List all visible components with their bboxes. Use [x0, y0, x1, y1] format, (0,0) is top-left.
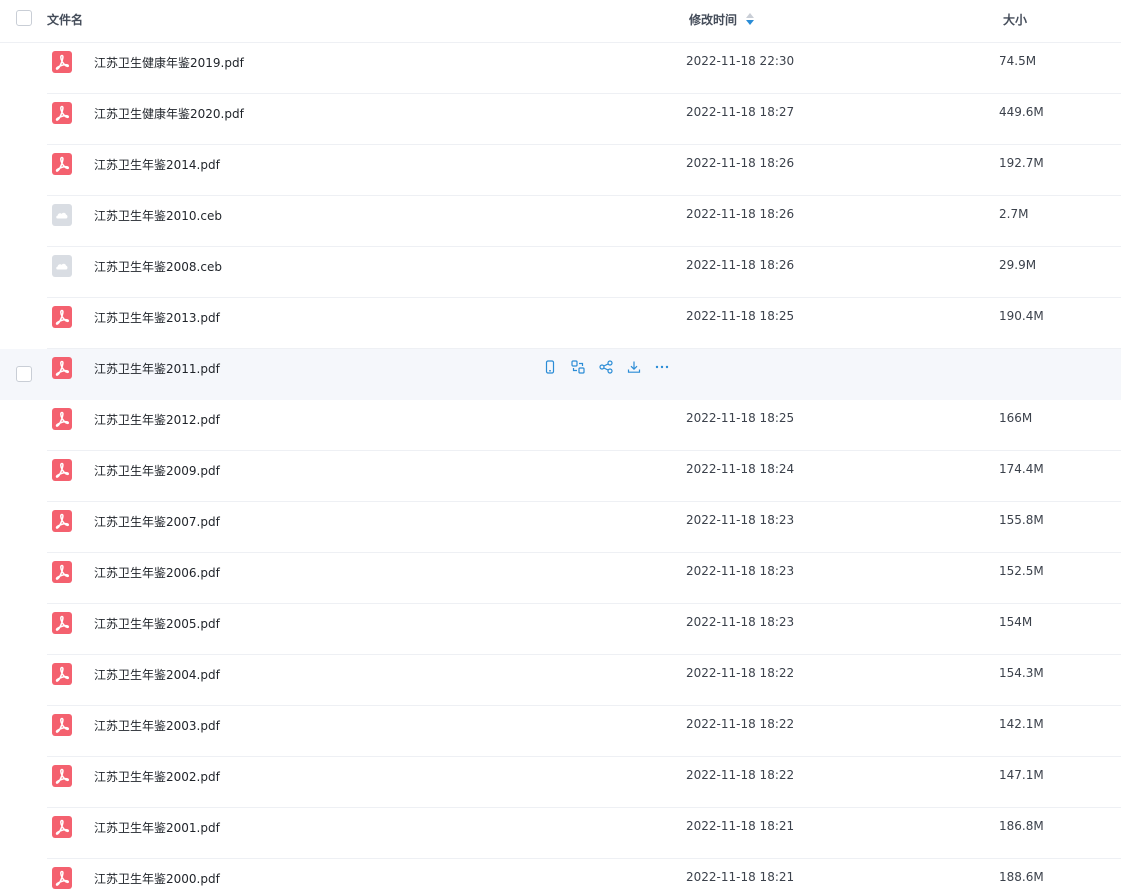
pdf-file-icon [52, 153, 72, 175]
modified-time: 2022-11-18 18:23 [686, 564, 795, 578]
file-size: 192.7M [999, 156, 1044, 170]
file-size: 188.6M [999, 870, 1044, 884]
list-header: 文件名 修改时间 大小 [0, 0, 1121, 43]
column-header-time[interactable]: 修改时间 [689, 11, 737, 28]
file-name[interactable]: 江苏卫生年鉴2013.pdf [94, 309, 220, 326]
file-size: 2.7M [999, 207, 1029, 221]
share-icon[interactable] [598, 359, 614, 375]
download-icon[interactable] [626, 359, 642, 375]
file-row[interactable]: 江苏卫生年鉴2007.pdf 2022-11-18 18:23 155.8M [0, 502, 1121, 553]
file-row[interactable]: 江苏卫生年鉴2006.pdf 2022-11-18 18:23 152.5M [0, 553, 1121, 604]
file-row[interactable]: 江苏卫生年鉴2000.pdf 2022-11-18 18:21 188.6M [0, 859, 1121, 893]
file-name[interactable]: 江苏卫生年鉴2001.pdf [94, 819, 220, 836]
pdf-file-icon [52, 561, 72, 583]
pdf-file-icon [52, 306, 72, 328]
pdf-file-icon [52, 612, 72, 634]
file-size: 152.5M [999, 564, 1044, 578]
file-size: 190.4M [999, 309, 1044, 323]
file-name[interactable]: 江苏卫生年鉴2008.ceb [94, 258, 222, 275]
file-name[interactable]: 江苏卫生年鉴2014.pdf [94, 156, 220, 173]
column-header-name[interactable]: 文件名 [47, 11, 83, 28]
file-size: 449.6M [999, 105, 1044, 119]
row-checkbox[interactable] [16, 366, 32, 382]
file-row[interactable]: 江苏卫生年鉴2014.pdf 2022-11-18 18:26 192.7M [0, 145, 1121, 196]
file-row[interactable]: 江苏卫生年鉴2003.pdf 2022-11-18 18:22 142.1M [0, 706, 1121, 757]
file-size: 74.5M [999, 54, 1037, 68]
file-row[interactable]: 江苏卫生年鉴2013.pdf 2022-11-18 18:25 190.4M [0, 298, 1121, 349]
modified-time: 2022-11-18 18:26 [686, 207, 795, 221]
modified-time: 2022-11-18 18:27 [686, 105, 795, 119]
file-name[interactable]: 江苏卫生年鉴2006.pdf [94, 564, 220, 581]
modified-time: 2022-11-18 18:23 [686, 615, 795, 629]
cloud-file-icon [52, 255, 72, 277]
file-name[interactable]: 江苏卫生年鉴2007.pdf [94, 513, 220, 530]
file-name[interactable]: 江苏卫生年鉴2002.pdf [94, 768, 220, 785]
modified-time: 2022-11-18 18:22 [686, 768, 795, 782]
file-name[interactable]: 江苏卫生年鉴2003.pdf [94, 717, 220, 734]
modified-time: 2022-11-18 18:25 [686, 309, 795, 323]
file-list: 文件名 修改时间 大小 江苏卫生健康年鉴2019.pdf 2022-11-18 2… [0, 0, 1121, 893]
file-row[interactable]: 江苏卫生年鉴2010.ceb 2022-11-18 18:26 2.7M [0, 196, 1121, 247]
modified-time: 2022-11-18 18:22 [686, 717, 795, 731]
pdf-file-icon [52, 714, 72, 736]
file-row[interactable]: 江苏卫生年鉴2002.pdf 2022-11-18 18:22 147.1M [0, 757, 1121, 808]
file-size: 166M [999, 411, 1033, 425]
sort-icon[interactable] [746, 13, 754, 25]
file-row[interactable]: 江苏卫生年鉴2012.pdf 2022-11-18 18:25 166M [0, 400, 1121, 451]
select-all-checkbox[interactable] [16, 10, 32, 26]
column-header-size[interactable]: 大小 [1003, 11, 1027, 28]
pdf-file-icon [52, 663, 72, 685]
file-size: 186.8M [999, 819, 1044, 833]
pdf-file-icon [52, 357, 72, 379]
phone-icon[interactable] [542, 359, 558, 375]
file-name[interactable]: 江苏卫生年鉴2010.ceb [94, 207, 222, 224]
pdf-file-icon [52, 102, 72, 124]
file-row[interactable]: 江苏卫生健康年鉴2019.pdf 2022-11-18 22:30 74.5M [0, 43, 1121, 94]
modified-time: 2022-11-18 18:24 [686, 462, 795, 476]
modified-time: 2022-11-18 18:25 [686, 411, 795, 425]
file-size: 154M [999, 615, 1033, 629]
file-name[interactable]: 江苏卫生年鉴2009.pdf [94, 462, 220, 479]
convert-icon[interactable] [570, 359, 586, 375]
file-size: 174.4M [999, 462, 1044, 476]
modified-time: 2022-11-18 18:23 [686, 513, 795, 527]
pdf-file-icon [52, 408, 72, 430]
file-row[interactable]: 江苏卫生年鉴2011.pdf [0, 349, 1121, 400]
modified-time: 2022-11-18 22:30 [686, 54, 795, 68]
cloud-file-icon [52, 204, 72, 226]
file-row[interactable]: 江苏卫生年鉴2005.pdf 2022-11-18 18:23 154M [0, 604, 1121, 655]
file-rows: 江苏卫生健康年鉴2019.pdf 2022-11-18 22:30 74.5M 江苏卫… [0, 43, 1121, 893]
file-row[interactable]: 江苏卫生年鉴2008.ceb 2022-11-18 18:26 29.9M [0, 247, 1121, 298]
modified-time: 2022-11-18 18:21 [686, 819, 795, 833]
file-name[interactable]: 江苏卫生健康年鉴2019.pdf [94, 54, 244, 71]
file-name[interactable]: 江苏卫生年鉴2005.pdf [94, 615, 220, 632]
modified-time: 2022-11-18 18:21 [686, 870, 795, 884]
file-size: 142.1M [999, 717, 1044, 731]
file-row[interactable]: 江苏卫生年鉴2001.pdf 2022-11-18 18:21 186.8M [0, 808, 1121, 859]
modified-time: 2022-11-18 18:26 [686, 156, 795, 170]
pdf-file-icon [52, 510, 72, 532]
file-size: 154.3M [999, 666, 1044, 680]
file-name[interactable]: 江苏卫生健康年鉴2020.pdf [94, 105, 244, 122]
file-row[interactable]: 江苏卫生健康年鉴2020.pdf 2022-11-18 18:27 449.6M [0, 94, 1121, 145]
pdf-file-icon [52, 51, 72, 73]
file-name[interactable]: 江苏卫生年鉴2004.pdf [94, 666, 220, 683]
file-name[interactable]: 江苏卫生年鉴2011.pdf [94, 360, 220, 377]
pdf-file-icon [52, 816, 72, 838]
more-icon[interactable] [654, 359, 670, 375]
file-row[interactable]: 江苏卫生年鉴2009.pdf 2022-11-18 18:24 174.4M [0, 451, 1121, 502]
file-size: 147.1M [999, 768, 1044, 782]
pdf-file-icon [52, 867, 72, 889]
modified-time: 2022-11-18 18:26 [686, 258, 795, 272]
file-name[interactable]: 江苏卫生年鉴2012.pdf [94, 411, 220, 428]
modified-time: 2022-11-18 18:22 [686, 666, 795, 680]
file-size: 29.9M [999, 258, 1037, 272]
pdf-file-icon [52, 765, 72, 787]
file-name[interactable]: 江苏卫生年鉴2000.pdf [94, 870, 220, 887]
file-row[interactable]: 江苏卫生年鉴2004.pdf 2022-11-18 18:22 154.3M [0, 655, 1121, 706]
file-size: 155.8M [999, 513, 1044, 527]
pdf-file-icon [52, 459, 72, 481]
